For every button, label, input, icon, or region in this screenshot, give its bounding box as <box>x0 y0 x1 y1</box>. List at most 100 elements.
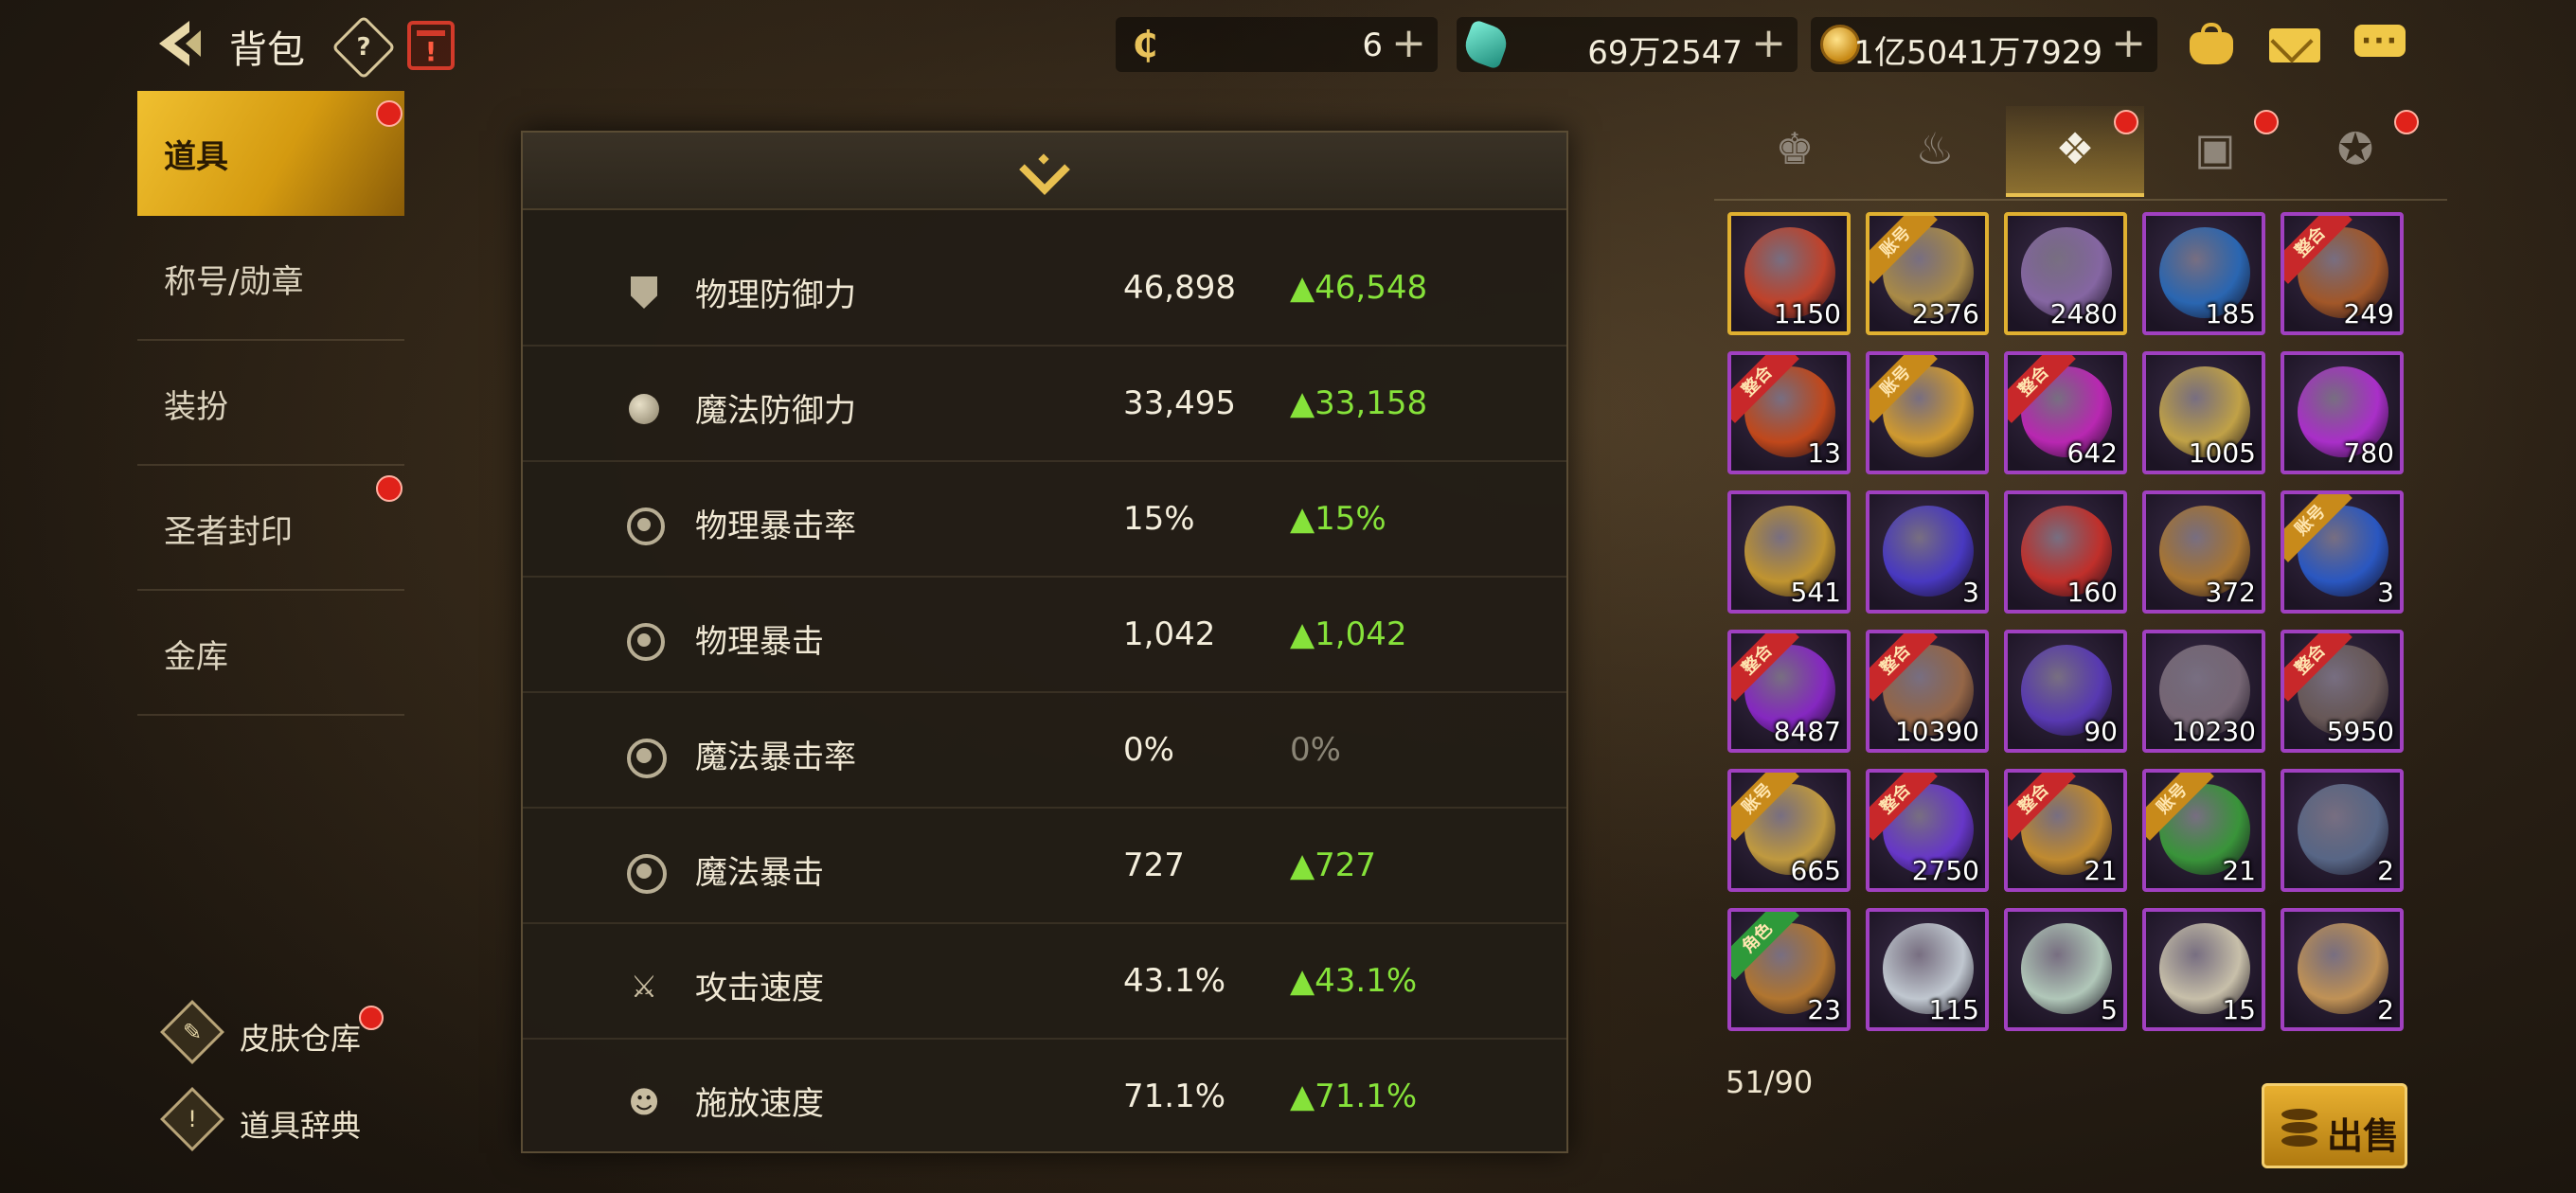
tab-cards[interactable]: ▣ <box>2146 106 2284 197</box>
item-dictionary-link[interactable]: ! 道具辞典 <box>160 1087 393 1151</box>
item-quantity: 3 <box>2377 577 2394 608</box>
item-icon <box>2021 923 2112 1014</box>
help-button[interactable]: ? <box>331 15 396 80</box>
tab-potion[interactable]: ♨ <box>1866 106 2004 197</box>
inventory-slot[interactable]: 160 <box>2004 490 2127 614</box>
inventory-slot[interactable]: 账号 665 <box>1727 769 1851 892</box>
inventory-slot[interactable]: 541 <box>1727 490 1851 614</box>
armor-icon: ♚ <box>1775 123 1815 174</box>
shield-icon <box>625 275 663 312</box>
purse-icon[interactable] <box>2184 19 2239 70</box>
inventory-slot[interactable]: 2 <box>2281 908 2404 1031</box>
item-quantity: 372 <box>2205 577 2256 608</box>
inventory-slot[interactable]: 1005 <box>2142 351 2265 474</box>
stat-name: 物理暴击 <box>695 623 824 661</box>
inventory-slot[interactable]: 整合 642 <box>2004 351 2127 474</box>
sell-button[interactable]: 出售 <box>2262 1083 2407 1168</box>
inventory-slot[interactable]: 账号 2376 <box>1866 212 1989 335</box>
inventory-slot[interactable]: 115 <box>1866 908 1989 1031</box>
stats-list: 物理防御力 46,898 ▲46,548 魔法防御力 33,495 ▲33,158 物理暴击… <box>523 231 1566 1151</box>
menu-item-vault[interactable]: 金库 <box>137 591 404 716</box>
stat-name: 物理防御力 <box>695 276 856 314</box>
inventory-slot[interactable]: 账号 <box>1866 351 1989 474</box>
item-icon <box>1883 506 1974 596</box>
divider <box>1714 199 2447 201</box>
stat-value: 46,898 <box>1123 269 1236 307</box>
add-crystal-button[interactable]: + <box>1751 21 1786 66</box>
mail-icon[interactable] <box>2267 19 2322 70</box>
inventory-slot[interactable]: 整合 10390 <box>1866 630 1989 753</box>
menu-item-titles[interactable]: 称号/勋章 <box>137 216 404 341</box>
sell-button-label: 出售 <box>2327 1115 2400 1157</box>
item-quantity: 642 <box>2066 437 2118 469</box>
skin-storage-link[interactable]: ✎ 皮肤仓库 <box>160 1000 393 1064</box>
inventory-slot[interactable]: 2480 <box>2004 212 2127 335</box>
inventory-slot[interactable]: 账号 3 <box>2281 490 2404 614</box>
inventory-slot[interactable]: 780 <box>2281 351 2404 474</box>
question-icon: ? <box>356 33 371 62</box>
tab-armor[interactable]: ♚ <box>1726 106 1864 197</box>
inventory-slot[interactable]: 2 <box>2281 769 2404 892</box>
notification-dot <box>2254 110 2279 134</box>
item-quantity: 90 <box>2084 716 2118 747</box>
item-quantity: 3 <box>1962 577 1979 608</box>
stat-row: 魔法防御力 33,495 ▲33,158 <box>523 347 1566 462</box>
inventory-slot[interactable]: 整合 13 <box>1727 351 1851 474</box>
stat-row: 物理防御力 46,898 ▲46,548 <box>523 231 1566 347</box>
inventory-slot[interactable]: 账号 21 <box>2142 769 2265 892</box>
top-bar: 背包 ? ! ₵ 6 + 69万2547 + 1亿5041万7929 + ··· <box>0 0 2576 91</box>
calendar-alert-button[interactable]: ! <box>407 21 455 70</box>
inventory-slot[interactable]: 整合 249 <box>2281 212 2404 335</box>
stat-name: 物理暴击率 <box>695 507 856 545</box>
stat-value: 71.1% <box>1123 1077 1226 1115</box>
item-dictionary-label: 道具辞典 <box>240 1108 362 1144</box>
stat-name: 魔法暴击 <box>695 854 824 892</box>
inventory-slot[interactable]: 15 <box>2142 908 2265 1031</box>
add-coupon-button[interactable]: + <box>1391 21 1426 66</box>
tab-cubes[interactable]: ❖ <box>2006 106 2144 197</box>
inventory-slot[interactable]: 整合 5950 <box>2281 630 2404 753</box>
inventory-slot[interactable]: 185 <box>2142 212 2265 335</box>
menu-item-label: 圣者封印 <box>164 513 293 551</box>
inventory-slot[interactable]: 整合 21 <box>2004 769 2127 892</box>
item-quantity: 2 <box>2377 994 2394 1025</box>
inventory-slot[interactable]: 5 <box>2004 908 2127 1031</box>
skin-storage-label: 皮肤仓库 <box>240 1021 362 1057</box>
stat-value: 33,495 <box>1123 384 1236 422</box>
stat-row: 物理暴击 1,042 ▲1,042 <box>523 578 1566 693</box>
potion-icon: ♨ <box>1915 123 1955 174</box>
stat-name: 施放速度 <box>695 1085 824 1123</box>
inventory-slot[interactable]: 90 <box>2004 630 2127 753</box>
cubes-icon: ❖ <box>2055 123 2095 174</box>
collapse-chevron-icon[interactable] <box>1015 150 1072 195</box>
inventory-slot[interactable]: 3 <box>1866 490 1989 614</box>
menu-item-items[interactable]: 道具 <box>137 91 404 216</box>
menu-item-avatar[interactable]: 装扮 <box>137 341 404 466</box>
item-quantity: 160 <box>2066 577 2118 608</box>
notification-dot <box>359 1006 384 1030</box>
chat-icon[interactable]: ··· <box>2352 19 2407 70</box>
cards-icon: ▣ <box>2194 123 2236 174</box>
inventory-slot[interactable]: 10230 <box>2142 630 2265 753</box>
inventory-slot[interactable]: 1150 <box>1727 212 1851 335</box>
add-gold-button[interactable]: + <box>2111 21 2146 66</box>
inventory-slot[interactable]: 整合 2750 <box>1866 769 1989 892</box>
inventory-slot[interactable]: 整合 8487 <box>1727 630 1851 753</box>
item-quantity: 10390 <box>1894 716 1979 747</box>
currency-value: 69万2547 <box>1587 34 1743 72</box>
stat-delta: ▲15% <box>1290 500 1386 538</box>
orb-icon <box>625 390 663 428</box>
inventory-slot[interactable]: 372 <box>2142 490 2265 614</box>
stats-comparison-panel: 物理防御力 46,898 ▲46,548 魔法防御力 33,495 ▲33,158 物理暴击… <box>521 131 1568 1153</box>
back-arrow-icon[interactable] <box>152 17 208 70</box>
inventory-slot[interactable]: 角色 23 <box>1727 908 1851 1031</box>
menu-item-seal[interactable]: 圣者封印 <box>137 466 404 591</box>
item-quantity: 15 <box>2222 994 2256 1025</box>
stat-row: ☻ 施放速度 71.1% ▲71.1% <box>523 1040 1566 1151</box>
item-quantity: 2 <box>2377 855 2394 886</box>
menu-item-label: 称号/勋章 <box>164 263 304 301</box>
item-quantity: 8487 <box>1773 716 1841 747</box>
tab-pentagram[interactable]: ✪ <box>2286 106 2424 197</box>
stat-name: 攻击速度 <box>695 970 824 1007</box>
stat-value: 727 <box>1123 846 1185 884</box>
